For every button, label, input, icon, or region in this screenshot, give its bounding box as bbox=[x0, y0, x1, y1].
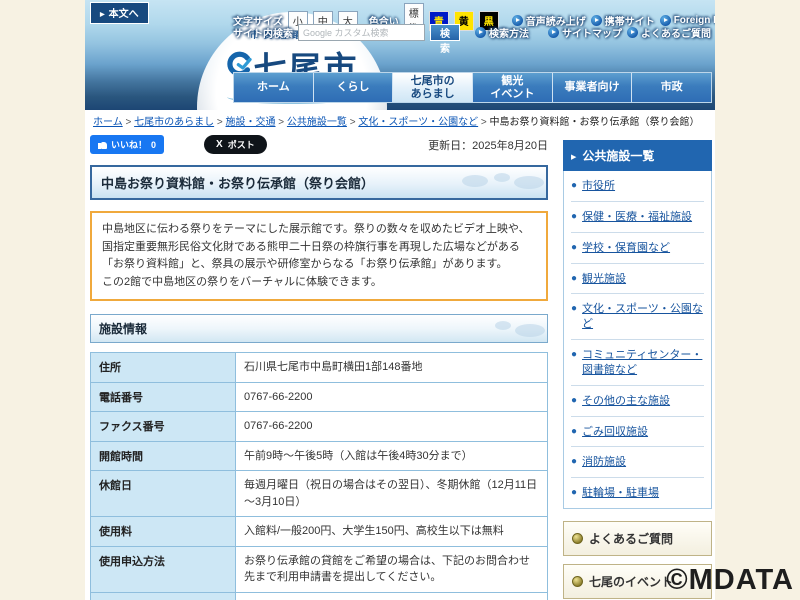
nav-tab-city-government[interactable]: 市政 bbox=[632, 73, 711, 102]
table-row: 電話番号 0767-66-2200 bbox=[91, 382, 548, 412]
table-row: ファクス番号 0767-66-2200 bbox=[91, 412, 548, 442]
search-help-link[interactable]: 検索方法 bbox=[475, 25, 529, 40]
sidebar-item-city-hall[interactable]: ●市役所 bbox=[571, 171, 704, 202]
site-search-label: サイト内検索 bbox=[233, 25, 293, 40]
nav-tab-city-overview[interactable]: 七尾市の あらまし bbox=[393, 73, 473, 102]
bullet-icon: ● bbox=[571, 486, 577, 501]
sidebar-item-community-library[interactable]: ●コミュニティセンター・図書館など bbox=[571, 340, 704, 386]
row-label: 住所 bbox=[91, 353, 236, 383]
cloud-decoration-icon bbox=[495, 321, 511, 330]
row-label: 開館時間 bbox=[91, 441, 236, 471]
site-header: 市民活躍都市 七尾市 本文へ 文字サイズ 小 中 大 色合い 標準 青 黄 bbox=[85, 0, 715, 110]
faq-box[interactable]: よくあるご質問 bbox=[563, 521, 712, 556]
row-label: 使用申込方法 bbox=[91, 546, 236, 592]
section-header-facility-info: 施設情報 bbox=[90, 314, 548, 343]
thumbs-up-icon bbox=[98, 140, 107, 149]
cloud-decoration-icon bbox=[514, 176, 544, 189]
arrow-circle-icon bbox=[627, 27, 638, 38]
sidebar-item-health-welfare[interactable]: ●保健・医療・福祉施設 bbox=[571, 202, 704, 233]
description-paragraph: 中島地区に伝わる祭りをテーマにした展示館です。祭りの数々を収めたビデオ上映や、国… bbox=[102, 221, 536, 274]
row-label: ファクス番号 bbox=[91, 412, 236, 442]
row-value: お祭り伝承館の貸館をご希望の場合は、下記のお問合わせ先まで利用申請書を提出してく… bbox=[236, 546, 548, 592]
sitemap-link[interactable]: サイトマップ bbox=[548, 25, 622, 40]
bullet-icon: ● bbox=[571, 210, 577, 225]
nav-tab-home[interactable]: ホーム bbox=[234, 73, 314, 102]
table-row: 休館日 毎週月曜日（祝日の場合はその翌日）、冬期休館（12月11日～3月10日） bbox=[91, 471, 548, 517]
facility-info-table: 住所 石川県七尾市中島町横田1部148番地 電話番号 0767-66-2200 … bbox=[90, 352, 548, 600]
skip-to-content-button[interactable]: 本文へ bbox=[90, 2, 149, 24]
bullet-icon: ● bbox=[571, 241, 577, 256]
bullet-icon: ● bbox=[571, 272, 577, 287]
sidebar: 公共施設一覧 ●市役所 ●保健・医療・福祉施設 ●学校・保育園など ●観光施設 … bbox=[563, 140, 712, 599]
breadcrumb-link[interactable]: ホーム bbox=[93, 117, 123, 128]
x-icon: X bbox=[216, 139, 223, 150]
table-row: 使用申込方法 お祭り伝承館の貸館をご希望の場合は、下記のお問合わせ先まで利用申請… bbox=[91, 546, 548, 592]
watermark: ©MDATA bbox=[666, 564, 794, 597]
page-content: 市民活躍都市 七尾市 本文へ 文字サイズ 小 中 大 色合い 標準 青 黄 bbox=[85, 0, 715, 600]
updated-date: 更新日：2025年8月20日 bbox=[428, 137, 548, 153]
row-label: 使用料 bbox=[91, 517, 236, 547]
arrow-circle-icon bbox=[548, 27, 559, 38]
facility-description: 中島地区に伝わる祭りをテーマにした展示館です。祭りの数々を収めたビデオ上映や、国… bbox=[90, 211, 548, 301]
row-value: 午前9時～午後5時（入館は午後4時30分まで） bbox=[236, 441, 548, 471]
page-title: 中島お祭り資料館・お祭り伝承館（祭り会館） bbox=[90, 165, 548, 200]
facebook-like-button[interactable]: いいね！ 0 bbox=[90, 135, 164, 154]
bullet-icon: ● bbox=[571, 425, 577, 440]
sidebar-item-parking[interactable]: ●駐輪場・駐車場 bbox=[571, 478, 704, 508]
table-row: 使用申請書 お祭り伝承館利用申請書（RTF：91KB） bbox=[91, 592, 548, 600]
nav-tab-living[interactable]: くらし bbox=[314, 73, 394, 102]
main-navigation: ホーム くらし 七尾市の あらまし 観光 イベント 事業者向け 市政 bbox=[233, 72, 712, 103]
table-row: 開館時間 午前9時～午後5時（入館は午後4時30分まで） bbox=[91, 441, 548, 471]
bullet-icon: ● bbox=[571, 455, 577, 470]
row-value: 毎週月曜日（祝日の場合はその翌日）、冬期休館（12月11日～3月10日） bbox=[236, 471, 548, 517]
row-value: 0767-66-2200 bbox=[236, 412, 548, 442]
nav-tab-tourism-events[interactable]: 観光 イベント bbox=[473, 73, 553, 102]
table-row: 住所 石川県七尾市中島町横田1部148番地 bbox=[91, 353, 548, 383]
cloud-decoration-icon bbox=[462, 175, 488, 187]
row-label: 電話番号 bbox=[91, 382, 236, 412]
sidebar-item-culture-sports[interactable]: ●文化・スポーツ・公園など bbox=[571, 294, 704, 340]
description-paragraph: この2館で中島地区の祭りをバーチャルに体験できます。 bbox=[102, 274, 536, 292]
breadcrumb: ホーム七尾市のあらまし 施設・交通公共施設一覧文化・スポーツ・公園など 中島お祭り資… bbox=[93, 113, 709, 128]
sidebar-item-other-facilities[interactable]: ●その他の主な施設 bbox=[571, 386, 704, 417]
row-label: 使用申請書 bbox=[91, 592, 236, 600]
row-value: 0767-66-2200 bbox=[236, 382, 548, 412]
utility-bar-search: サイト内検索 検索 検索方法 サイトマップ よくあるご質問 bbox=[233, 24, 711, 41]
search-button[interactable]: 検索 bbox=[430, 24, 460, 41]
x-post-button[interactable]: X ポスト bbox=[204, 135, 267, 154]
table-row: 使用料 入館料/一般200円、大学生150円、高校生以下は無料 bbox=[91, 517, 548, 547]
breadcrumb-current: 中島お祭り資料館・お祭り伝承館（祭り会館） bbox=[490, 117, 700, 128]
bullet-icon: ● bbox=[571, 394, 577, 409]
row-label: 休館日 bbox=[91, 471, 236, 517]
arrow-circle-icon bbox=[475, 27, 486, 38]
like-count: 0 bbox=[151, 140, 156, 150]
sidebar-header-public-facilities[interactable]: 公共施設一覧 bbox=[563, 140, 712, 171]
bullet-icon: ● bbox=[571, 179, 577, 194]
cloud-decoration-icon bbox=[494, 173, 510, 182]
row-value: 石川県七尾市中島町横田1部148番地 bbox=[236, 353, 548, 383]
sidebar-item-tourism[interactable]: ●観光施設 bbox=[571, 264, 704, 295]
breadcrumb-link[interactable]: 文化・スポーツ・公園など bbox=[358, 117, 478, 128]
gold-circle-icon bbox=[572, 576, 583, 587]
sidebar-links-box: ●市役所 ●保健・医療・福祉施設 ●学校・保育園など ●観光施設 ●文化・スポー… bbox=[563, 171, 712, 509]
social-row: いいね！ 0 X ポスト 更新日：2025年8月20日 bbox=[90, 135, 548, 154]
breadcrumb-link[interactable]: 七尾市のあらまし bbox=[134, 117, 214, 128]
bullet-icon: ● bbox=[571, 302, 577, 332]
sidebar-item-garbage[interactable]: ●ごみ回収施設 bbox=[571, 417, 704, 448]
faq-link[interactable]: よくあるご質問 bbox=[627, 25, 711, 40]
sidebar-item-schools[interactable]: ●学校・保育園など bbox=[571, 233, 704, 264]
gold-circle-icon bbox=[572, 533, 583, 544]
breadcrumb-link[interactable]: 公共施設一覧 bbox=[287, 117, 347, 128]
sidebar-item-fire[interactable]: ●消防施設 bbox=[571, 447, 704, 478]
row-value: お祭り伝承館利用申請書（RTF：91KB） bbox=[236, 592, 548, 600]
nav-tab-business[interactable]: 事業者向け bbox=[553, 73, 633, 102]
cloud-decoration-icon bbox=[515, 324, 545, 337]
row-value: 入館料/一般200円、大学生150円、高校生以下は無料 bbox=[236, 517, 548, 547]
breadcrumb-link[interactable]: 施設・交通 bbox=[226, 117, 276, 128]
main-column: 中島お祭り資料館・お祭り伝承館（祭り会館） 中島地区に伝わる祭りをテーマにした展… bbox=[90, 165, 548, 600]
site-search-input[interactable] bbox=[298, 24, 425, 41]
bullet-icon: ● bbox=[571, 348, 577, 378]
